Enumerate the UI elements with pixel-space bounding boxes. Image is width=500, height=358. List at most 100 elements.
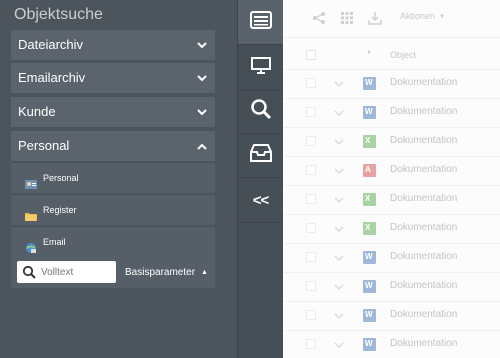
- row-checkbox[interactable]: [306, 194, 316, 204]
- table-row[interactable]: X Dokumentation: [283, 127, 500, 154]
- rail-inbox-button[interactable]: [238, 133, 283, 178]
- section-kunde[interactable]: Kunde: [11, 97, 215, 127]
- chevron-down-icon[interactable]: [333, 251, 345, 263]
- excel-document-icon: X: [363, 222, 376, 235]
- table-row[interactable]: W Dokumentation: [283, 272, 500, 299]
- chevron-down-icon[interactable]: [333, 338, 345, 350]
- table-row[interactable]: A Dokumentation: [283, 156, 500, 183]
- row-checkbox[interactable]: [306, 165, 316, 175]
- object-name[interactable]: Dokumentation: [390, 251, 457, 262]
- sidebar-item-label: Register: [43, 205, 77, 215]
- object-name[interactable]: Dokumentation: [390, 135, 457, 146]
- row-checkbox[interactable]: [306, 107, 316, 117]
- row-checkbox[interactable]: [306, 223, 316, 233]
- sidebar-item-email[interactable]: Email: [11, 226, 215, 257]
- chevron-up-icon: [195, 131, 209, 161]
- pdf-document-icon: A: [363, 164, 376, 177]
- collapse-icon: <<: [252, 191, 270, 209]
- basisparameter-toggle[interactable]: Basisparameter ▲: [125, 257, 208, 288]
- section-label: Personal: [18, 138, 70, 153]
- chevron-down-icon[interactable]: [333, 222, 345, 234]
- chevron-down-icon: [195, 97, 209, 127]
- word-document-icon: W: [363, 338, 376, 351]
- table-row[interactable]: X Dokumentation: [283, 214, 500, 241]
- rail-search-button[interactable]: [238, 89, 283, 134]
- row-checkbox[interactable]: [306, 281, 316, 291]
- chevron-down-icon: [195, 30, 209, 60]
- chevron-down-icon[interactable]: [333, 106, 345, 118]
- object-name[interactable]: Dokumentation: [390, 280, 457, 291]
- word-document-icon: W: [363, 106, 376, 119]
- fulltext-search-box: [17, 261, 116, 283]
- table-row[interactable]: X Dokumentation: [283, 185, 500, 212]
- sidebar-item-label: Email: [43, 237, 66, 247]
- section-label: Emailarchiv: [18, 70, 86, 85]
- basisparameter-label: Basisparameter: [125, 267, 196, 279]
- sidebar-item-personal[interactable]: Personal: [11, 162, 215, 193]
- actions-label: Aktionen: [400, 11, 436, 21]
- row-checkbox[interactable]: [306, 310, 316, 320]
- table-row[interactable]: W Dokumentation: [283, 69, 500, 96]
- row-checkbox[interactable]: [306, 78, 316, 88]
- row-checkbox[interactable]: [306, 339, 316, 349]
- chevron-down-icon: [195, 63, 209, 93]
- chevron-down-icon[interactable]: [333, 77, 345, 89]
- chevron-down-icon[interactable]: [333, 135, 345, 147]
- results-panel: Aktionen ▼ ▼ Object W Dokumentation W Dokume…: [283, 0, 500, 358]
- rail-monitor-button[interactable]: [238, 46, 283, 91]
- section-label: Dateiarchiv: [18, 37, 84, 52]
- sidebar-title: Objektsuche: [14, 6, 103, 23]
- object-name[interactable]: Dokumentation: [390, 77, 457, 88]
- caret-up-icon: ▲: [201, 269, 208, 276]
- section-dateiarchiv[interactable]: Dateiarchiv: [11, 30, 215, 60]
- folder-icon: [25, 204, 37, 221]
- excel-document-icon: X: [363, 193, 376, 206]
- excel-document-icon: X: [363, 135, 376, 148]
- rail-archive-button[interactable]: [238, 0, 283, 45]
- icon-rail: <<: [237, 0, 283, 358]
- object-name[interactable]: Dokumentation: [390, 164, 457, 175]
- chevron-down-icon[interactable]: [333, 164, 345, 176]
- table-row[interactable]: W Dokumentation: [283, 301, 500, 328]
- chevron-down-icon[interactable]: [333, 309, 345, 321]
- grid-view-icon[interactable]: [340, 11, 354, 25]
- word-document-icon: W: [363, 280, 376, 293]
- object-search-sidebar: Objektsuche Dateiarchiv Emailarchiv Kund…: [0, 0, 237, 358]
- object-name[interactable]: Dokumentation: [390, 222, 457, 233]
- globe-mail-icon: [25, 236, 37, 253]
- object-name[interactable]: Dokumentation: [390, 193, 457, 204]
- fulltext-search-input[interactable]: [41, 264, 113, 280]
- select-all-checkbox[interactable]: [306, 50, 316, 60]
- chevron-down-icon[interactable]: [333, 193, 345, 205]
- row-checkbox[interactable]: [306, 252, 316, 262]
- sort-arrow-icon[interactable]: ▼: [366, 50, 372, 56]
- share-icon[interactable]: [312, 11, 326, 25]
- section-emailarchiv[interactable]: Emailarchiv: [11, 63, 215, 93]
- table-header: ▼ Object: [283, 41, 500, 69]
- search-icon: [22, 265, 36, 279]
- word-document-icon: W: [363, 77, 376, 90]
- object-name[interactable]: Dokumentation: [390, 106, 457, 117]
- search-icon: [250, 98, 272, 125]
- table-row[interactable]: W Dokumentation: [283, 98, 500, 125]
- rail-collapse-button[interactable]: <<: [238, 178, 283, 223]
- object-name[interactable]: Dokumentation: [390, 338, 457, 349]
- object-name[interactable]: Dokumentation: [390, 309, 457, 320]
- section-personal[interactable]: Personal: [11, 131, 215, 161]
- monitor-icon: [250, 56, 271, 80]
- table-row[interactable]: W Dokumentation: [283, 330, 500, 357]
- download-icon[interactable]: [368, 11, 382, 25]
- row-checkbox[interactable]: [306, 136, 316, 146]
- sidebar-item-register[interactable]: Register: [11, 194, 215, 225]
- results-toolbar: Aktionen ▼: [283, 0, 500, 38]
- section-label: Kunde: [18, 104, 56, 119]
- word-document-icon: W: [363, 251, 376, 264]
- person-card-icon: [25, 172, 37, 189]
- chevron-down-icon[interactable]: [333, 280, 345, 292]
- sidebar-item-label: Personal: [43, 173, 79, 183]
- archive-tray-icon: [249, 10, 272, 35]
- chevron-down-icon: ▼: [439, 13, 445, 20]
- table-row[interactable]: W Dokumentation: [283, 243, 500, 270]
- actions-dropdown[interactable]: Aktionen ▼: [400, 11, 445, 21]
- column-header-object[interactable]: Object: [390, 50, 416, 60]
